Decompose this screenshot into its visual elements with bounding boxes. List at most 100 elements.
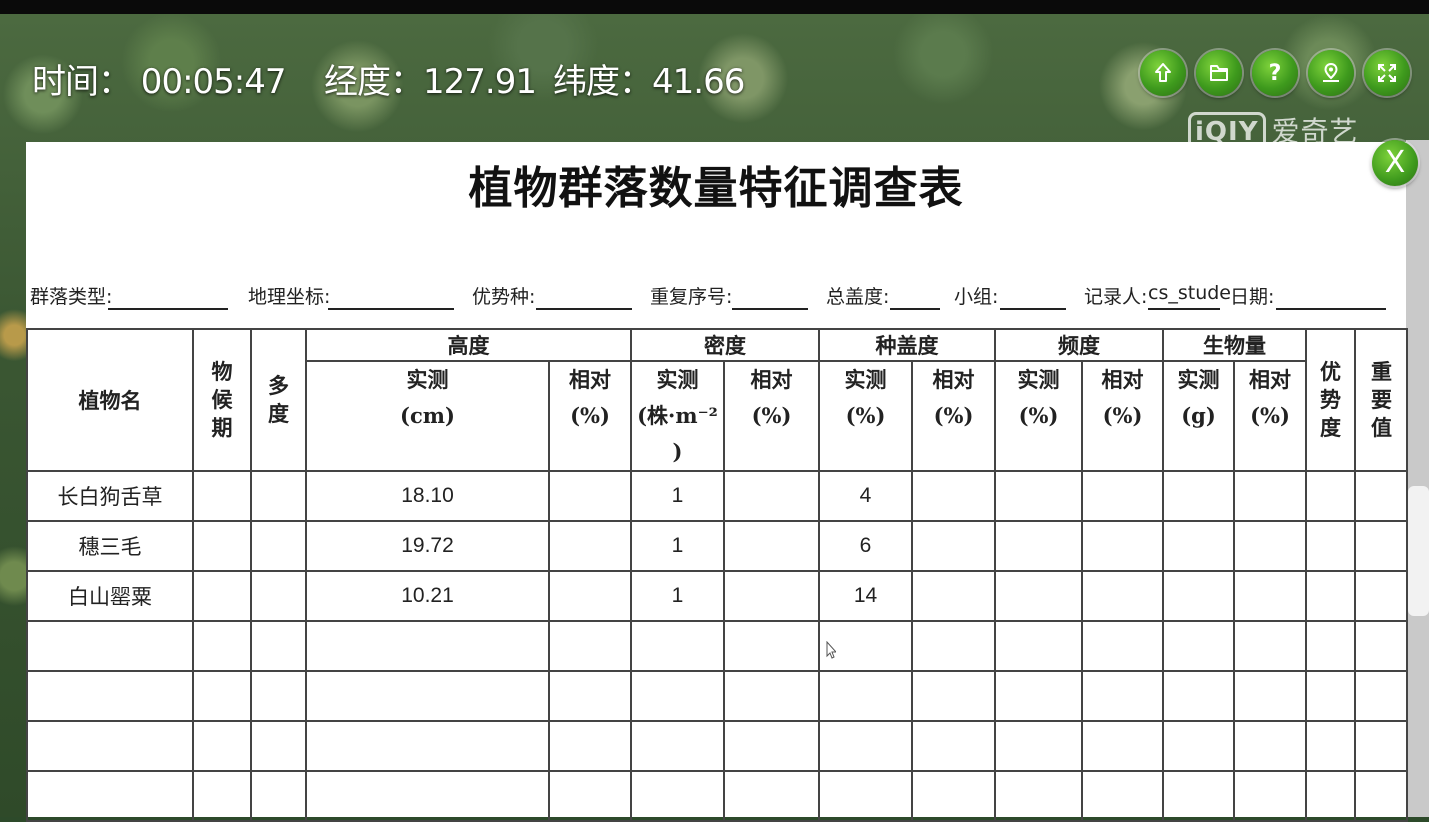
cell-density[interactable] — [630, 720, 725, 772]
cell-freq[interactable] — [994, 670, 1083, 722]
cell-phenology[interactable] — [192, 620, 252, 672]
cell-phenology[interactable] — [192, 570, 252, 622]
repeat-no-input[interactable] — [732, 308, 808, 310]
cell-height-rel[interactable] — [548, 670, 632, 722]
cell-biomass-rel[interactable] — [1233, 570, 1307, 622]
cell-biomass-rel[interactable] — [1233, 670, 1307, 722]
cell-freq-rel[interactable] — [1081, 720, 1164, 772]
date-input[interactable] — [1276, 308, 1386, 310]
dominant-species-input[interactable] — [536, 308, 632, 310]
upload-button[interactable] — [1140, 50, 1186, 96]
cell-importance[interactable] — [1354, 670, 1408, 722]
cell-density-rel[interactable] — [723, 670, 820, 722]
cell-name[interactable]: 穗三毛 — [26, 520, 194, 572]
cell-biomass-rel[interactable] — [1233, 770, 1307, 822]
cell-dominance[interactable] — [1305, 670, 1356, 722]
cell-biomass[interactable] — [1162, 570, 1235, 622]
cell-biomass[interactable] — [1162, 720, 1235, 772]
cell-abundance[interactable] — [250, 770, 307, 822]
cell-biomass-rel[interactable] — [1233, 520, 1307, 572]
cell-abundance[interactable] — [250, 720, 307, 772]
location-button[interactable] — [1308, 50, 1354, 96]
cell-freq[interactable] — [994, 470, 1083, 522]
cell-coverage[interactable] — [818, 720, 913, 772]
cell-freq[interactable] — [994, 720, 1083, 772]
cell-biomass[interactable] — [1162, 620, 1235, 672]
cell-importance[interactable] — [1354, 570, 1408, 622]
cell-coverage-rel[interactable] — [911, 470, 996, 522]
cell-importance[interactable] — [1354, 720, 1408, 772]
scrollbar-thumb[interactable] — [1408, 486, 1429, 616]
cell-freq-rel[interactable] — [1081, 470, 1164, 522]
cell-density-rel[interactable] — [723, 720, 820, 772]
cell-dominance[interactable] — [1305, 720, 1356, 772]
cell-coverage-rel[interactable] — [911, 670, 996, 722]
cell-coverage-rel[interactable] — [911, 620, 996, 672]
cell-coverage[interactable] — [818, 770, 913, 822]
cell-name[interactable] — [26, 720, 194, 772]
cell-importance[interactable] — [1354, 470, 1408, 522]
cell-freq[interactable] — [994, 620, 1083, 672]
cell-phenology[interactable] — [192, 770, 252, 822]
cell-biomass-rel[interactable] — [1233, 470, 1307, 522]
recorder-value[interactable]: cs_stude — [1148, 282, 1231, 304]
cell-coverage[interactable] — [818, 670, 913, 722]
cell-biomass-rel[interactable] — [1233, 620, 1307, 672]
cell-importance[interactable] — [1354, 620, 1408, 672]
cell-name[interactable] — [26, 620, 194, 672]
cell-density[interactable] — [630, 620, 725, 672]
cell-biomass[interactable] — [1162, 470, 1235, 522]
cell-height[interactable] — [305, 620, 550, 672]
cell-biomass[interactable] — [1162, 520, 1235, 572]
cell-height[interactable]: 10.21 — [305, 570, 550, 622]
cell-density[interactable]: 1 — [630, 520, 725, 572]
community-type-input[interactable] — [108, 308, 228, 310]
close-button[interactable]: X — [1372, 140, 1418, 186]
cell-height-rel[interactable] — [548, 570, 632, 622]
cell-height-rel[interactable] — [548, 620, 632, 672]
cell-coverage-rel[interactable] — [911, 770, 996, 822]
cell-name[interactable]: 白山罂粟 — [26, 570, 194, 622]
cell-density-rel[interactable] — [723, 520, 820, 572]
cell-freq-rel[interactable] — [1081, 770, 1164, 822]
cell-height-rel[interactable] — [548, 720, 632, 772]
cell-name[interactable] — [26, 670, 194, 722]
cell-density[interactable] — [630, 670, 725, 722]
cell-freq[interactable] — [994, 520, 1083, 572]
cell-abundance[interactable] — [250, 470, 307, 522]
cell-coverage-rel[interactable] — [911, 720, 996, 772]
cell-importance[interactable] — [1354, 520, 1408, 572]
cell-coverage-rel[interactable] — [911, 520, 996, 572]
cell-freq-rel[interactable] — [1081, 570, 1164, 622]
cell-phenology[interactable] — [192, 670, 252, 722]
cell-coverage[interactable]: 14 — [818, 570, 913, 622]
cell-importance[interactable] — [1354, 770, 1408, 822]
cell-dominance[interactable] — [1305, 470, 1356, 522]
cell-density[interactable]: 1 — [630, 470, 725, 522]
cell-name[interactable] — [26, 770, 194, 822]
cell-dominance[interactable] — [1305, 770, 1356, 822]
cell-abundance[interactable] — [250, 570, 307, 622]
coordinates-input[interactable] — [328, 308, 454, 310]
cell-dominance[interactable] — [1305, 520, 1356, 572]
cell-freq-rel[interactable] — [1081, 670, 1164, 722]
total-coverage-input[interactable] — [890, 308, 940, 310]
cell-abundance[interactable] — [250, 520, 307, 572]
scrollbar-track[interactable] — [1406, 140, 1429, 817]
cell-coverage-rel[interactable] — [911, 570, 996, 622]
cell-coverage[interactable]: 4 — [818, 470, 913, 522]
group-input[interactable] — [1000, 308, 1066, 310]
cell-height[interactable] — [305, 670, 550, 722]
cell-freq-rel[interactable] — [1081, 620, 1164, 672]
cell-height[interactable]: 19.72 — [305, 520, 550, 572]
cell-density-rel[interactable] — [723, 770, 820, 822]
cell-biomass[interactable] — [1162, 770, 1235, 822]
cell-abundance[interactable] — [250, 620, 307, 672]
open-folder-button[interactable] — [1196, 50, 1242, 96]
cell-freq[interactable] — [994, 570, 1083, 622]
cell-density[interactable] — [630, 770, 725, 822]
cell-biomass-rel[interactable] — [1233, 720, 1307, 772]
cell-freq[interactable] — [994, 770, 1083, 822]
cell-height-rel[interactable] — [548, 470, 632, 522]
cell-coverage[interactable]: 6 — [818, 520, 913, 572]
